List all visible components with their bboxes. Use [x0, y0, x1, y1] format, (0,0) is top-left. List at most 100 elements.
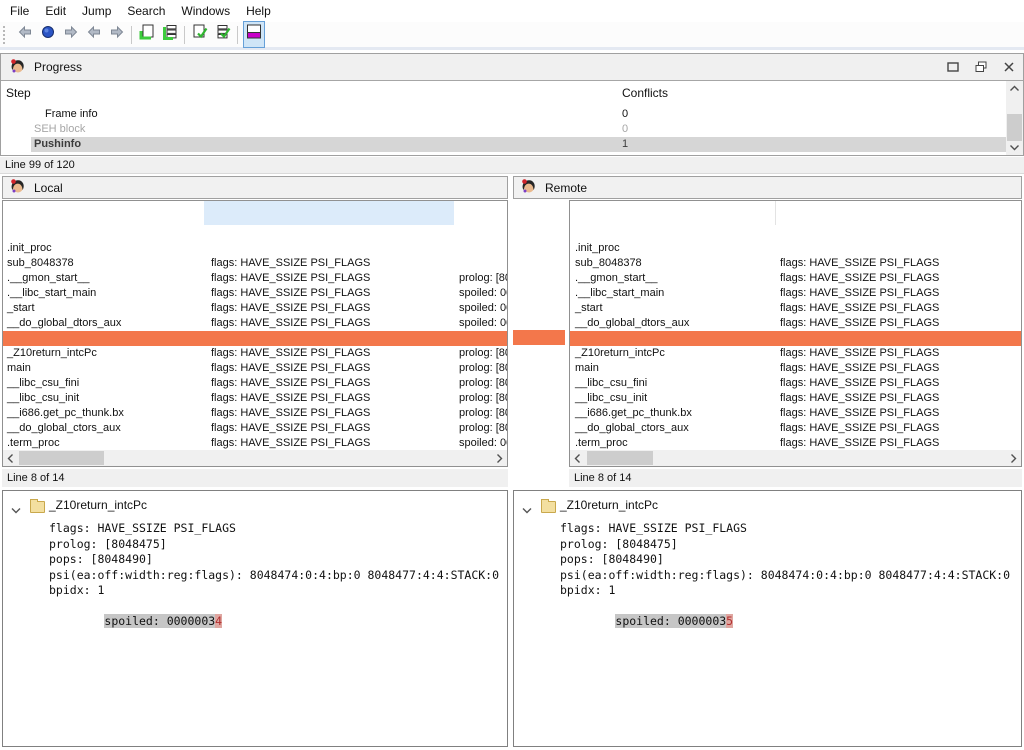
function-extra-cell: spoiled: 00	[459, 436, 508, 451]
segments-check-icon	[214, 23, 232, 46]
scroll-right-icon[interactable]	[1006, 450, 1021, 466]
menu-item[interactable]: File	[2, 2, 37, 20]
function-flags-cell: flags: HAVE_SSIZE PSI_FLAGS	[780, 436, 939, 451]
maximize-button[interactable]	[945, 59, 961, 75]
function-row[interactable]: __libc_csu_init flags: HAVE_SSIZE PSI_FL…	[3, 376, 507, 391]
scroll-up-icon[interactable]	[1006, 81, 1023, 96]
function-row[interactable]: _Z10return_intcPc flags: HAVE_SSIZE PSI_…	[3, 331, 507, 346]
function-row[interactable]: main flags: HAVE_SSIZE PSI_FLAGS prolog:…	[3, 346, 507, 361]
nav-back-button[interactable]	[13, 24, 36, 45]
function-row[interactable]: .__gmon_start__ flags: HAVE_SSIZE PSI_FL…	[570, 256, 1021, 271]
progress-vscrollbar[interactable]	[1006, 81, 1023, 155]
detail-line: flags: HAVE_SSIZE PSI_FLAGS	[3, 521, 507, 537]
function-row[interactable]: sub_8048378 flags: HAVE_SSIZE PSI_FLAGS …	[3, 241, 507, 256]
close-icon[interactable]	[1001, 59, 1017, 75]
function-row[interactable]: __do_global_dtors_aux flags: HAVE_SSIZE …	[3, 301, 507, 316]
function-row[interactable]: .__gmon_start__ flags: HAVE_SSIZE PSI_FL…	[3, 256, 507, 271]
function-row[interactable]: __i686.get_pc_thunk.bx flags: HAVE_SSIZE…	[3, 391, 507, 406]
chevron-down-icon[interactable]	[11, 501, 21, 519]
menu-item[interactable]: Edit	[37, 2, 74, 20]
load-segments-button[interactable]	[158, 24, 181, 45]
function-row[interactable]: .init_proc flags: HAVE_SSIZE PSI_FLAGS p…	[3, 226, 507, 241]
menu-item[interactable]: Windows	[173, 2, 238, 20]
match-indicator-strip	[509, 200, 569, 467]
match-indicator-block	[513, 330, 565, 345]
apply-file-button[interactable]	[188, 24, 211, 45]
menu-item[interactable]: Help	[238, 2, 279, 20]
column-header-step[interactable]: Step	[6, 86, 31, 100]
remote-column-header-row[interactable]	[570, 201, 1021, 226]
local-column-header-row[interactable]	[3, 201, 507, 226]
function-row[interactable]: .term_proc flags: HAVE_SSIZE PSI_FLAGS p…	[3, 421, 507, 436]
progress-window: Progress Step Conflicts Frame info 0	[0, 53, 1024, 156]
scroll-thumb[interactable]	[587, 451, 653, 465]
function-row[interactable]: __do_global_ctors_aux flags: HAVE_SSIZE …	[570, 406, 1021, 421]
remote-line-status: Line 8 of 14	[569, 469, 1022, 487]
plugin-face-icon	[9, 178, 25, 197]
menu-item[interactable]: Search	[119, 2, 173, 20]
menu-item[interactable]: Jump	[74, 2, 119, 20]
function-row[interactable]: frame_dummy flags: HAVE_SSIZE PSI_FLAGS …	[3, 316, 507, 331]
function-row[interactable]: _Z10return_intcPc flags: HAVE_SSIZE PSI_…	[570, 331, 1021, 346]
scroll-left-icon[interactable]	[570, 450, 585, 466]
step-label: Frame info	[45, 107, 98, 122]
column-divider	[775, 201, 776, 225]
nav-forward-button[interactable]	[59, 24, 82, 45]
float-button[interactable]	[973, 59, 989, 75]
toolbar-separator	[184, 26, 185, 44]
document-check-icon	[191, 23, 209, 46]
scroll-thumb[interactable]	[1007, 114, 1022, 141]
function-row[interactable]: __libc_csu_fini flags: HAVE_SSIZE PSI_FL…	[570, 361, 1021, 376]
function-row[interactable]: __do_global_ctors_aux flags: HAVE_SSIZE …	[3, 406, 507, 421]
function-row[interactable]: __do_global_dtors_aux flags: HAVE_SSIZE …	[570, 301, 1021, 316]
function-row[interactable]: sub_8048378 flags: HAVE_SSIZE PSI_FLAGS	[570, 241, 1021, 256]
plugin-face-icon	[9, 58, 25, 77]
detail-line: pops: [8048490]	[514, 552, 1021, 568]
function-row[interactable]: .__libc_start_main flags: HAVE_SSIZE PSI…	[3, 271, 507, 286]
blue-dot-icon	[40, 24, 56, 45]
load-file-button[interactable]	[135, 24, 158, 45]
function-row[interactable]: __libc_csu_fini flags: HAVE_SSIZE PSI_FL…	[3, 361, 507, 376]
folder-icon	[30, 501, 45, 513]
scroll-left-icon[interactable]	[3, 450, 18, 466]
function-row[interactable]: main flags: HAVE_SSIZE PSI_FLAGS	[570, 346, 1021, 361]
function-row[interactable]: .__libc_start_main flags: HAVE_SSIZE PSI…	[570, 271, 1021, 286]
function-row[interactable]: .init_proc flags: HAVE_SSIZE PSI_FLAGS	[570, 226, 1021, 241]
remote-detail-body: flags: HAVE_SSIZE PSI_FLAGSprolog: [8048…	[514, 521, 1021, 614]
function-row[interactable]: __libc_csu_init flags: HAVE_SSIZE PSI_FL…	[570, 376, 1021, 391]
function-row[interactable]: frame_dummy flags: HAVE_SSIZE PSI_FLAGS	[570, 316, 1021, 331]
scroll-thumb[interactable]	[19, 451, 104, 465]
function-row[interactable]: _start flags: HAVE_SSIZE PSI_FLAGS	[570, 286, 1021, 301]
function-row[interactable]: .term_proc flags: HAVE_SSIZE PSI_FLAGS	[570, 421, 1021, 436]
toolbar-grip[interactable]	[3, 26, 8, 44]
progress-row[interactable]: Frame info 0	[1, 107, 1006, 122]
apply-segments-button[interactable]	[211, 24, 234, 45]
plugin-face-icon	[520, 178, 536, 197]
function-row[interactable]: __i686.get_pc_thunk.bx flags: HAVE_SSIZE…	[570, 391, 1021, 406]
local-hscrollbar[interactable]	[3, 450, 507, 466]
application-window: File Edit Jump Search Windows Help	[0, 0, 1024, 750]
local-detail-pane: _Z10return_intcPc flags: HAVE_SSIZE PSI_…	[2, 490, 508, 747]
diff-view-icon	[245, 23, 263, 46]
progress-row[interactable]: Pushinfo 1	[1, 137, 1006, 152]
function-row[interactable]: _start flags: HAVE_SSIZE PSI_FLAGS spoil…	[3, 286, 507, 301]
scroll-down-icon[interactable]	[1006, 140, 1023, 155]
local-rows: .init_proc flags: HAVE_SSIZE PSI_FLAGS p…	[3, 226, 507, 436]
local-detail-lines: flags: HAVE_SSIZE PSI_FLAGSprolog: [8048…	[3, 521, 507, 599]
detail-line: prolog: [8048475]	[514, 537, 1021, 553]
conflicts-value: 1	[622, 137, 628, 152]
column-header-conflicts[interactable]: Conflicts	[622, 86, 668, 100]
progress-row[interactable]: SEH block 0	[1, 122, 1006, 137]
back-arrow-icon	[86, 24, 102, 45]
jump-forward-button[interactable]	[105, 24, 128, 45]
remote-detail-title: _Z10return_intcPc	[560, 498, 658, 512]
forward-arrow-icon	[63, 24, 79, 45]
remote-detail-pane: _Z10return_intcPc flags: HAVE_SSIZE PSI_…	[513, 490, 1022, 747]
current-position-button[interactable]	[36, 24, 59, 45]
diff-view-button[interactable]	[243, 21, 265, 48]
chevron-down-icon[interactable]	[522, 501, 532, 519]
scroll-right-icon[interactable]	[492, 450, 507, 466]
jump-back-button[interactable]	[82, 24, 105, 45]
remote-detail-header: _Z10return_intcPc	[514, 497, 1021, 513]
remote-hscrollbar[interactable]	[570, 450, 1021, 466]
